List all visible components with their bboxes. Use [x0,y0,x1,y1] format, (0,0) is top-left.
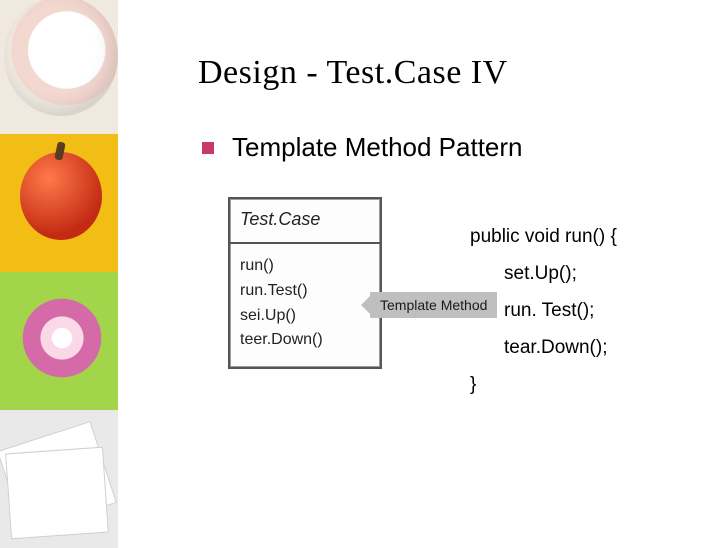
code-block: public void run() { set.Up(); run. Test(… [470,218,617,403]
code-line: } [470,366,617,403]
uml-class-box: Test.Case run() run.Test() sei.Up() teer… [228,197,382,369]
slide-content: Design - Test.Case IV Template Method Pa… [140,0,720,540]
code-line: tear.Down(); [470,329,617,366]
code-line: run. Test(); [470,292,617,329]
bullet-row: Template Method Pattern [202,132,692,163]
code-line: public void run() { [470,218,617,255]
photo-flower [0,272,118,410]
photo-clock [0,0,118,134]
uml-method: run() [240,254,370,279]
photo-apple [0,134,118,272]
uml-class-name: Test.Case [230,199,380,244]
slide-title: Design - Test.Case IV [198,54,692,92]
bullet-square-icon [202,142,214,154]
bullet-text: Template Method Pattern [232,132,523,163]
photo-paper-stack [0,410,118,548]
decorative-photo-strip [0,0,118,540]
uml-method: teer.Down() [240,328,370,353]
code-line: set.Up(); [470,255,617,292]
